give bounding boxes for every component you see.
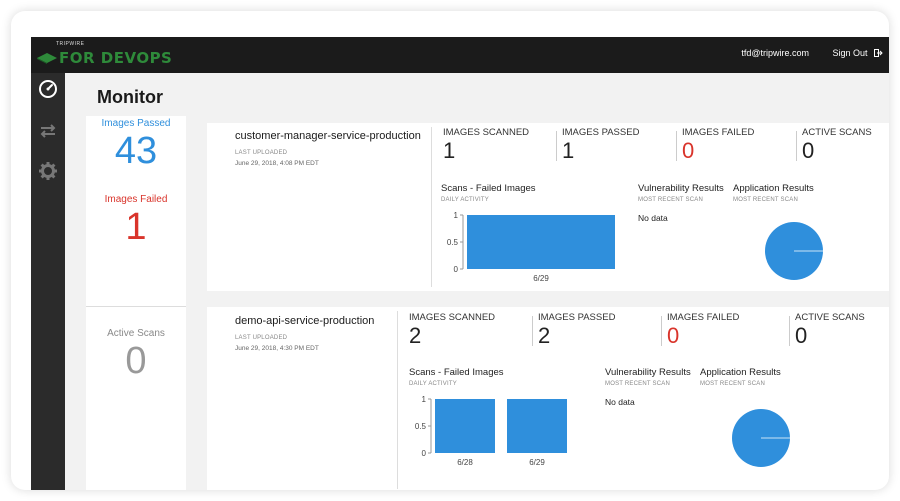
logo-mark-icon [37, 53, 57, 64]
metric-value: 1 [562, 138, 575, 163]
metric-images-scanned: IMAGES SCANNED 2 [409, 312, 495, 349]
vulnerability-no-data: No data [638, 213, 668, 223]
application-results-subtitle: MOST RECENT SCAN [733, 197, 798, 203]
bar [507, 399, 567, 453]
metric-separator [796, 131, 797, 161]
main-content: Monitor Images Passed 43 Images Failed 1… [65, 73, 889, 490]
service-card[interactable]: customer-manager-service-production LAST… [207, 123, 889, 291]
vulnerability-results-subtitle: MOST RECENT SCAN [638, 197, 703, 203]
metric-label: IMAGES FAILED [682, 127, 755, 138]
bar [467, 215, 615, 269]
sign-out-icon [874, 49, 883, 57]
service-name[interactable]: customer-manager-service-production [235, 130, 421, 142]
bar [435, 399, 495, 453]
gear-icon[interactable] [38, 161, 58, 181]
metric-label: IMAGES FAILED [667, 312, 740, 323]
last-uploaded-label: LAST UPLOADED [235, 335, 288, 341]
metric-value: 0 [682, 138, 695, 163]
nav-rail [31, 73, 65, 490]
images-failed-value: 1 [125, 206, 147, 248]
scans-chart-title: Scans - Failed Images [409, 367, 504, 378]
sign-out-button[interactable]: Sign Out [832, 48, 883, 58]
vulnerability-results-subtitle: MOST RECENT SCAN [605, 381, 670, 387]
metric-value: 1 [443, 138, 456, 163]
metric-separator [789, 316, 790, 346]
summary-panel: Images Passed 43 Images Failed 1 Active … [86, 116, 186, 490]
metric-active-scans: ACTIVE SCANS 0 [789, 312, 865, 349]
metric-value: 2 [409, 323, 422, 348]
active-scans-value: 0 [125, 340, 147, 382]
application-pie-chart [732, 409, 790, 467]
card-divider [431, 127, 432, 287]
service-card[interactable]: demo-api-service-production LAST UPLOADE… [207, 307, 889, 490]
metric-separator [556, 131, 557, 161]
last-uploaded-label: LAST UPLOADED [235, 150, 288, 156]
dashboard-gauge-icon[interactable] [38, 79, 58, 99]
metric-separator [532, 316, 533, 346]
metric-active-scans: ACTIVE SCANS 0 [796, 127, 872, 164]
metric-label: ACTIVE SCANS [802, 127, 872, 138]
logo-small-text: TRIPWIRE [56, 41, 85, 47]
images-failed-label: Images Failed [104, 194, 168, 205]
y-tick-label: 0 [454, 265, 459, 274]
metric-label: ACTIVE SCANS [795, 312, 865, 323]
vulnerability-results-title: Vulnerability Results [638, 183, 724, 194]
application-results-title: Application Results [700, 367, 781, 378]
last-uploaded-date: June 29, 2018, 4:08 PM EDT [235, 160, 319, 167]
scans-bar-chart: 0 0.5 1 6/28 6/29 [415, 395, 567, 467]
x-tick-label: 6/29 [533, 274, 549, 283]
user-email: tfd@tripwire.com [741, 48, 809, 58]
application-results-subtitle: MOST RECENT SCAN [700, 381, 765, 387]
service-name[interactable]: demo-api-service-production [235, 315, 374, 327]
last-uploaded-date: June 29, 2018, 4:30 PM EDT [235, 345, 319, 352]
x-tick-label: 6/28 [457, 458, 473, 467]
scans-chart-title: Scans - Failed Images [441, 183, 536, 194]
metric-images-failed: IMAGES FAILED 0 [676, 127, 755, 164]
metric-separator [676, 131, 677, 161]
metric-images-passed: IMAGES PASSED 1 [556, 127, 640, 164]
metric-label: IMAGES PASSED [562, 127, 640, 138]
scans-chart-subtitle: DAILY ACTIVITY [441, 197, 489, 203]
metric-label: IMAGES PASSED [538, 312, 616, 323]
y-tick-label: 0.5 [447, 238, 459, 247]
metric-images-failed: IMAGES FAILED 0 [661, 312, 740, 349]
y-tick-label: 1 [422, 395, 427, 404]
sync-arrows-icon[interactable] [38, 121, 58, 141]
logo-text: FOR DEVOPS [59, 49, 173, 67]
app-screen: TRIPWIRE FOR DEVOPS tfd@tripwire.com Sig… [31, 37, 889, 490]
metric-images-scanned: IMAGES SCANNED 1 [443, 127, 529, 164]
metric-label: IMAGES SCANNED [443, 127, 530, 138]
vulnerability-results-title: Vulnerability Results [605, 367, 691, 378]
metric-value: 2 [538, 323, 551, 348]
images-passed-value: 43 [114, 130, 158, 172]
metric-images-passed: IMAGES PASSED 2 [532, 312, 616, 349]
metric-label: IMAGES SCANNED [409, 312, 496, 323]
metric-value: 0 [802, 138, 815, 163]
summary-divider [86, 306, 186, 307]
page-title: Monitor [97, 87, 163, 107]
application-results-title: Application Results [733, 183, 814, 194]
application-pie-chart [765, 222, 823, 280]
images-passed-label: Images Passed [101, 118, 171, 129]
y-tick-label: 0 [422, 449, 427, 458]
card-divider [397, 311, 398, 489]
scans-bar-chart: 0 0.5 1 6/29 [447, 211, 615, 283]
y-tick-label: 1 [454, 211, 459, 220]
window-frame: TRIPWIRE FOR DEVOPS tfd@tripwire.com Sig… [11, 11, 889, 490]
sign-out-label: Sign Out [832, 48, 868, 58]
scans-chart-subtitle: DAILY ACTIVITY [409, 381, 457, 387]
active-scans-label: Active Scans [107, 328, 165, 339]
metric-value: 0 [795, 323, 808, 348]
top-bar: TRIPWIRE FOR DEVOPS tfd@tripwire.com Sig… [31, 37, 889, 73]
metric-value: 0 [667, 323, 680, 348]
vulnerability-no-data: No data [605, 397, 635, 407]
metric-separator [661, 316, 662, 346]
y-tick-label: 0.5 [415, 422, 427, 431]
x-tick-label: 6/29 [529, 458, 545, 467]
